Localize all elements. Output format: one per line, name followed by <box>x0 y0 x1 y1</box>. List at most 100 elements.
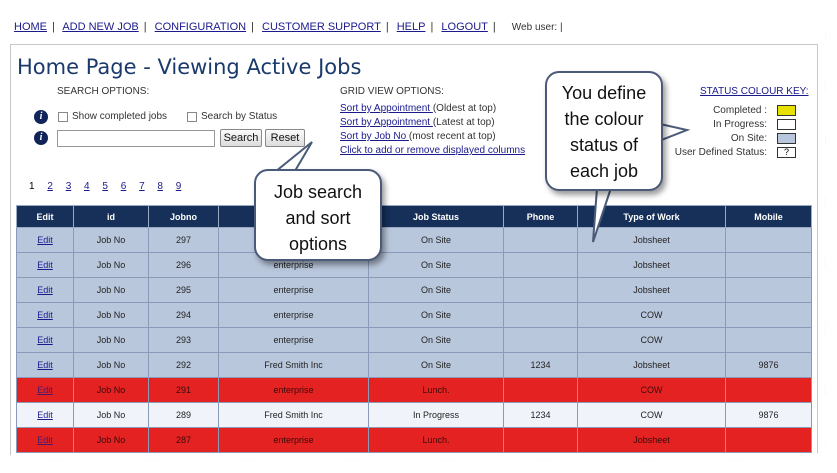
table-cell: Edit <box>16 277 74 303</box>
nav-separator: | <box>52 21 55 33</box>
table-cell: Job No <box>73 427 149 453</box>
nav-logout[interactable]: LOGOUT <box>441 21 487 33</box>
page-link[interactable]: 6 <box>121 181 127 192</box>
page-link[interactable]: 5 <box>102 181 108 192</box>
table-row: Edit Job No 295 enterprise On Site Jobsheet <box>16 277 812 303</box>
table-cell <box>503 252 578 278</box>
table-cell: 291 <box>148 377 219 403</box>
table-cell: Edit <box>16 302 74 328</box>
column-header[interactable]: Mobile <box>725 205 812 228</box>
edit-link[interactable]: Edit <box>37 235 53 245</box>
nav-separator: | <box>251 21 254 33</box>
table-row: Edit Job No 287 enterprise Lunch. Jobsheet <box>16 427 812 453</box>
nav-add-new-job[interactable]: ADD NEW JOB <box>62 21 138 33</box>
table-row: Edit Job No 294 enterprise On Site COW <box>16 302 812 328</box>
table-cell: On Site <box>368 252 504 278</box>
jobs-table: Edit id Jobno Job Status Phone Type of W… <box>16 205 812 453</box>
screenshot-frame: HOME | ADD NEW JOB | CONFIGURATION | CUSTOM… <box>4 4 826 460</box>
in-progress-swatch <box>777 119 796 130</box>
page-link[interactable]: 8 <box>157 181 163 192</box>
sort-appointment-oldest: Sort by Appointment (Oldest at top) <box>340 103 496 114</box>
edit-link[interactable]: Edit <box>37 335 53 345</box>
table-cell <box>725 252 812 278</box>
table-cell: Job No <box>73 227 149 253</box>
page-link[interactable]: 9 <box>176 181 182 192</box>
sort-appointment-latest: Sort by Appointment (Latest at top) <box>340 117 495 128</box>
nav-help[interactable]: HELP <box>397 21 426 33</box>
table-cell <box>725 377 812 403</box>
table-cell <box>503 377 578 403</box>
table-cell <box>725 302 812 328</box>
page-title: Home Page - Viewing Active Jobs <box>17 55 362 79</box>
page-link[interactable]: 4 <box>84 181 90 192</box>
nav-separator: | <box>143 21 147 33</box>
search-by-status-checkbox[interactable] <box>187 112 197 122</box>
table-cell: Job No <box>73 302 149 328</box>
table-cell: 296 <box>148 252 219 278</box>
edit-link[interactable]: Edit <box>37 385 53 395</box>
table-cell <box>503 227 578 253</box>
on-site-swatch <box>777 133 796 144</box>
table-cell: Jobsheet <box>577 352 726 378</box>
page-link[interactable]: 2 <box>47 181 53 192</box>
table-cell: Job No <box>73 327 149 353</box>
edit-link[interactable]: Edit <box>37 285 53 295</box>
edit-link[interactable]: Edit <box>37 435 53 445</box>
edit-link[interactable]: Edit <box>37 360 53 370</box>
table-cell: On Site <box>368 327 504 353</box>
callout-line: options <box>288 234 348 254</box>
table-cell: 292 <box>148 352 219 378</box>
grid-view-options-label: GRID VIEW OPTIONS: <box>340 86 444 97</box>
table-row: Edit Job No 292 Fred Smith Inc On Site 1234 Jo… <box>16 352 812 378</box>
table-cell: Fred Smith Inc <box>218 402 369 428</box>
table-cell: Edit <box>16 352 74 378</box>
table-cell <box>503 277 578 303</box>
column-header[interactable]: Jobno <box>148 205 219 228</box>
show-completed-checkbox[interactable] <box>58 112 68 122</box>
column-header[interactable]: Phone <box>503 205 578 228</box>
pagination: 1 2 3 4 5 6 7 8 9 <box>29 181 191 192</box>
page-link[interactable]: 3 <box>66 181 72 192</box>
nav-configuration[interactable]: CONFIGURATION <box>155 21 246 33</box>
sort-hint: (Latest at top) <box>432 117 495 128</box>
add-remove-columns-link[interactable]: Click to add or remove displayed columns <box>340 145 525 156</box>
edit-link[interactable]: Edit <box>37 410 53 420</box>
table-cell: Lunch. <box>368 427 504 453</box>
top-navigation: HOME | ADD NEW JOB | CONFIGURATION | CUSTOM… <box>14 21 563 33</box>
table-cell: COW <box>577 402 726 428</box>
sort-job-no-link[interactable]: Sort by Job No <box>340 131 409 142</box>
jobs-table-wrapper: Edit id Jobno Job Status Phone Type of W… <box>16 205 812 453</box>
table-cell: 289 <box>148 402 219 428</box>
table-cell: Edit <box>16 402 74 428</box>
sort-hint: (most recent at top) <box>408 131 496 142</box>
nav-home[interactable]: HOME <box>14 21 47 33</box>
column-header[interactable]: Edit <box>16 205 74 228</box>
search-input[interactable] <box>57 130 215 147</box>
sort-appointment-latest-link[interactable]: Sort by Appointment <box>340 117 433 128</box>
table-cell: Edit <box>16 327 74 353</box>
nav-customer-support[interactable]: CUSTOMER SUPPORT <box>262 21 381 33</box>
page-link[interactable]: 7 <box>139 181 145 192</box>
edit-link[interactable]: Edit <box>37 310 53 320</box>
table-cell: COW <box>577 377 726 403</box>
edit-link[interactable]: Edit <box>37 260 53 270</box>
table-cell: 9876 <box>725 402 812 428</box>
table-cell: enterprise <box>218 327 369 353</box>
table-cell: Job No <box>73 352 149 378</box>
table-cell: Jobsheet <box>577 277 726 303</box>
column-header[interactable]: id <box>73 205 149 228</box>
table-cell <box>503 427 578 453</box>
info-icon[interactable]: i <box>34 110 48 124</box>
sort-appointment-oldest-link[interactable]: Sort by Appointment <box>340 103 433 114</box>
colour-status-callout: You define the colour status of each job <box>545 71 663 191</box>
nav-separator: | <box>430 21 434 33</box>
table-cell: Jobsheet <box>577 427 726 453</box>
key-in-progress-label: In Progress: <box>713 119 767 130</box>
columns-option: Click to add or remove displayed columns <box>340 145 525 156</box>
table-cell: Jobsheet <box>577 252 726 278</box>
table-cell: On Site <box>368 277 504 303</box>
table-cell <box>725 227 812 253</box>
table-cell: Edit <box>16 227 74 253</box>
info-icon[interactable]: i <box>34 131 48 145</box>
column-header[interactable]: Job Status <box>368 205 504 228</box>
